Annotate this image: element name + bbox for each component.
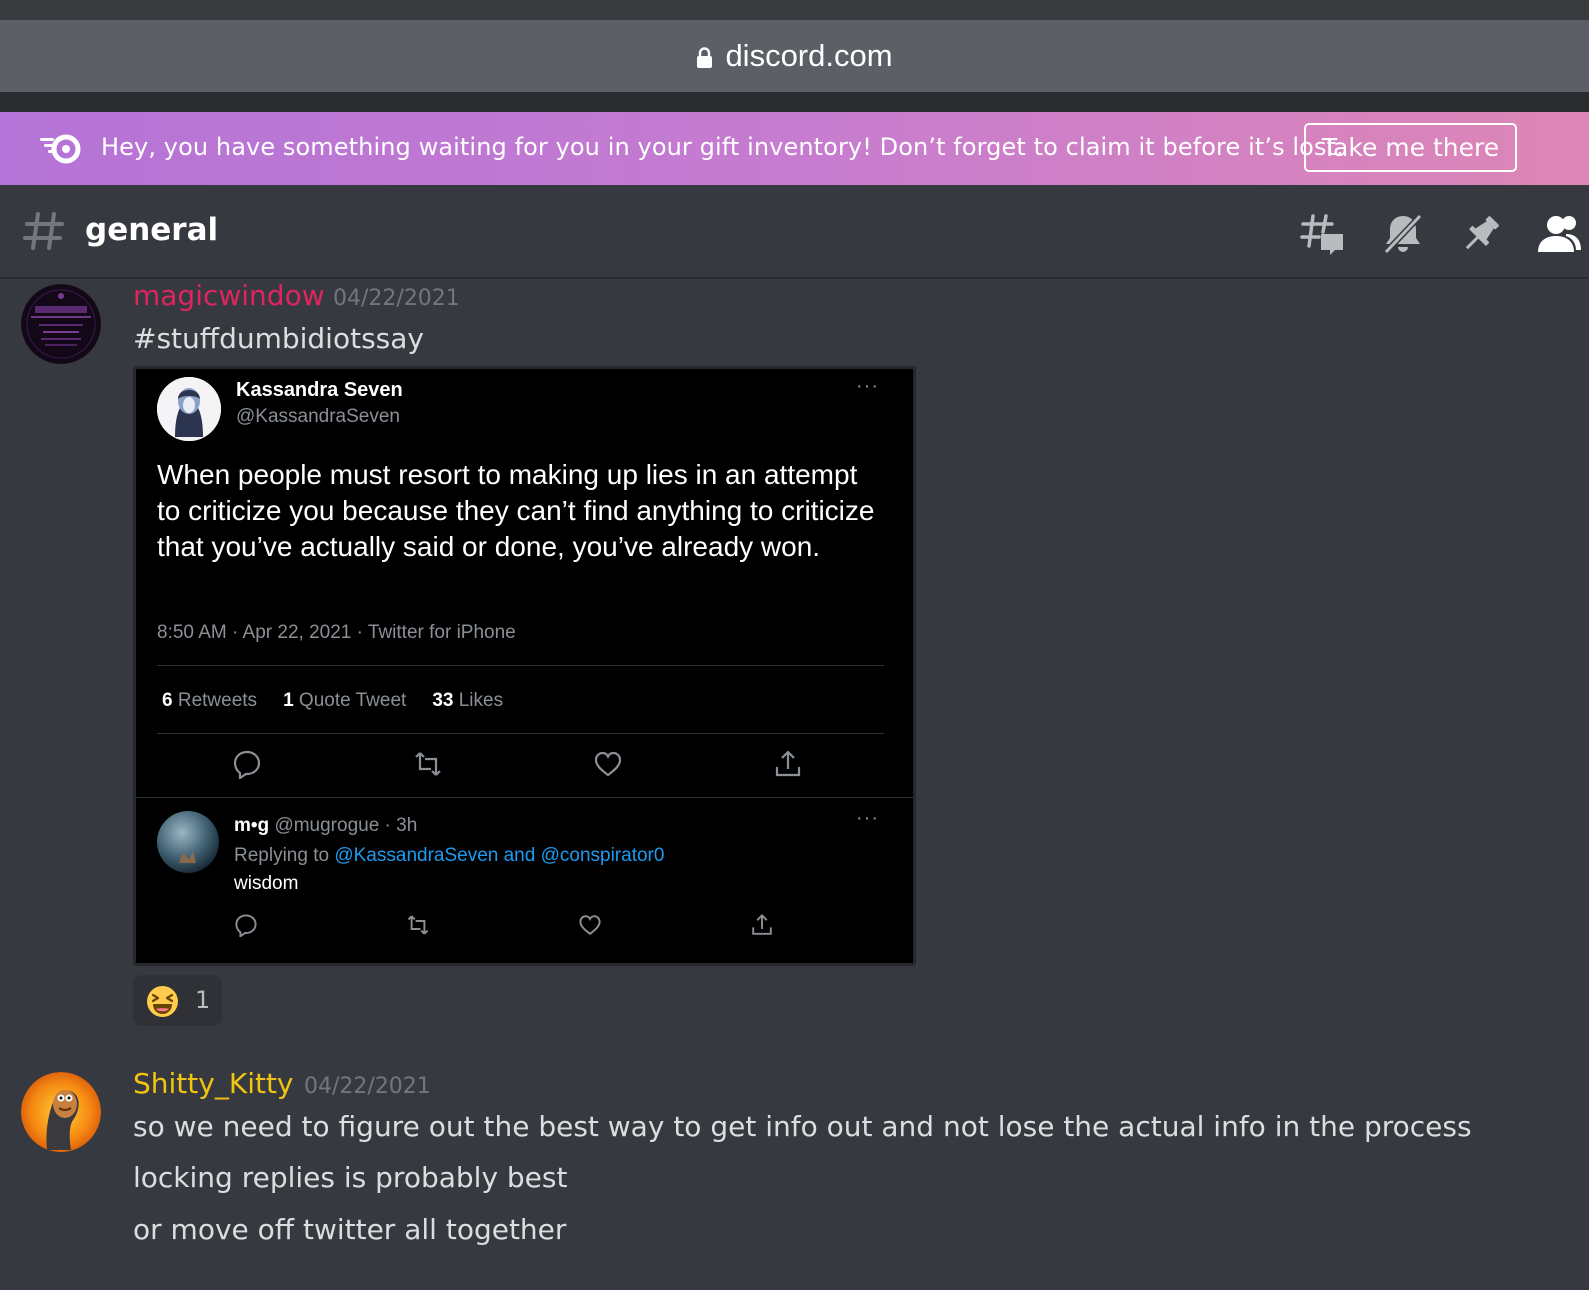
quote-tweet-stat: 1 Quote Tweet (283, 690, 407, 711)
message-text: #stuffdumbidiotssay (133, 322, 424, 355)
tweet-screenshot[interactable]: Kassandra Seven @KassandraSeven ··· When… (133, 366, 916, 966)
reply-share-icon (752, 914, 772, 935)
reply-like-icon (579, 915, 601, 936)
tweet-author-avatar (157, 377, 221, 441)
channel-hash-icon (23, 212, 64, 250)
reply-header: m•g @mugrogue · 3h (234, 815, 418, 836)
tweet-meta: 8:50 AM · Apr 22, 2021 · Twitter for iPh… (157, 622, 516, 643)
nitro-icon (40, 134, 81, 164)
replying-to: Replying to @KassandraSeven and @conspir… (234, 845, 665, 866)
mute-icon[interactable] (1380, 212, 1426, 256)
channel-header: general (0, 185, 1589, 279)
avatar-image (21, 284, 101, 364)
take-me-there-button[interactable]: Take me there (1304, 123, 1517, 172)
reply-more-icon: ··· (856, 807, 879, 829)
retweets-stat: 6 Retweets (162, 690, 258, 711)
likes-stat: 33 Likes (432, 690, 504, 711)
message-text: so we need to figure out the best way to… (133, 1110, 1472, 1143)
banner-message: Hey, you have something waiting for you … (101, 133, 1344, 161)
browser-divider (0, 92, 1589, 112)
retweet-icon (415, 752, 441, 776)
avatar[interactable] (21, 284, 101, 364)
gift-inventory-banner: Hey, you have something waiting for you … (0, 112, 1589, 185)
tweet-divider (157, 665, 884, 666)
reply-text: wisdom (234, 873, 299, 894)
laughing-emoji-icon (147, 986, 178, 1017)
message-text: or move off twitter all together (133, 1213, 567, 1246)
lock-icon (697, 46, 713, 68)
username[interactable]: Shitty_Kitty (133, 1067, 294, 1100)
message-text: locking replies is probably best (133, 1161, 568, 1194)
tweet-author-name: Kassandra Seven (236, 379, 403, 401)
threads-icon[interactable] (1300, 212, 1346, 256)
channel-name: general (85, 212, 219, 248)
message-timestamp: 04/22/2021 (304, 1074, 431, 1099)
url-text: discord.com (725, 38, 893, 73)
share-icon (775, 750, 801, 777)
reply-divider (136, 797, 913, 798)
url-display[interactable]: discord.com (696, 38, 893, 74)
tweet-body: When people must resort to making up lie… (157, 459, 875, 562)
reaction-count: 1 (195, 986, 211, 1014)
tweet-author-handle: @KassandraSeven (236, 406, 400, 427)
pin-icon[interactable] (1458, 212, 1504, 256)
browser-address-bar[interactable]: discord.com (0, 20, 1589, 92)
browser-top-strip (0, 0, 1589, 20)
tweet-more-icon: ··· (856, 375, 879, 397)
tweet-divider (157, 733, 884, 734)
reply-icon (233, 750, 261, 779)
reply-author-avatar (157, 811, 219, 873)
username[interactable]: magicwindow (133, 279, 325, 312)
members-icon[interactable] (1536, 212, 1582, 256)
avatar[interactable] (21, 1072, 101, 1152)
like-icon (594, 751, 622, 777)
message-timestamp: 04/22/2021 (333, 286, 460, 311)
reply-retweet-icon (407, 915, 429, 935)
avatar-image (21, 1072, 101, 1152)
reaction-button[interactable]: 1 (133, 975, 222, 1026)
tweet-stats: 6 Retweets 1 Quote Tweet 33 Likes (162, 690, 503, 712)
reply-reply-icon (235, 914, 257, 937)
